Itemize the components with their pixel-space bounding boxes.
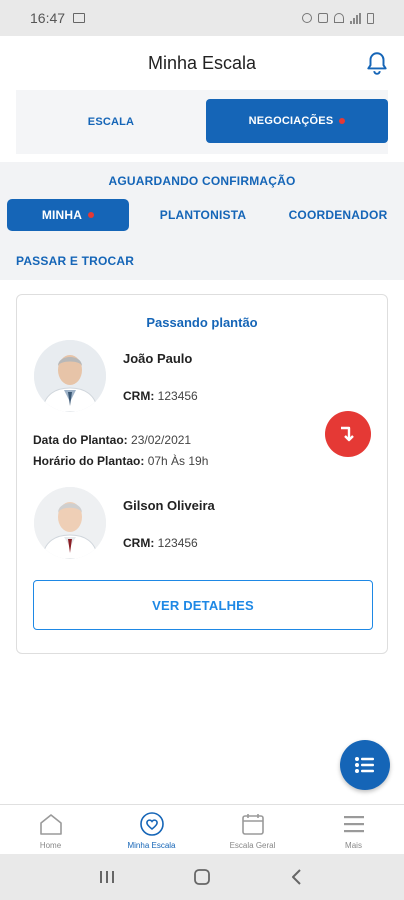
battery-icon xyxy=(367,12,374,24)
menu-icon xyxy=(343,816,364,833)
heart-icon xyxy=(139,812,164,836)
section-aguardando[interactable]: AGUARDANDO CONFIRMAÇÃO xyxy=(0,174,404,188)
list-icon xyxy=(355,757,374,773)
doctor-from-name: João Paulo xyxy=(123,351,193,366)
recent-apps-icon[interactable] xyxy=(97,867,117,887)
shift-date-value: 23/02/2021 xyxy=(131,433,192,447)
app-header: Minha Escala xyxy=(0,36,404,90)
home-icon xyxy=(39,814,62,835)
crm-label: CRM: xyxy=(123,536,155,550)
doctor-photo-icon xyxy=(34,487,106,559)
shift-date-label: Data do Plantao: xyxy=(33,433,128,447)
wifi-icon xyxy=(334,13,344,23)
shift-swap-card: Passando plantão João Paulo CRM: 123456 … xyxy=(16,294,388,654)
tab-escala-label: ESCALA xyxy=(87,116,135,128)
subtab-minha-label: MINHA xyxy=(41,208,83,222)
tab-negociacoes-label: NEGOCIAÇÕES xyxy=(248,115,334,127)
tab-negociacoes[interactable]: NEGOCIAÇÕES xyxy=(206,99,388,143)
nav-minha-escala[interactable]: Minha Escala xyxy=(101,805,202,854)
nav-mais[interactable]: Mais xyxy=(303,805,404,854)
crm-label: CRM: xyxy=(123,389,155,403)
gallery-icon xyxy=(73,13,86,23)
section-passar-trocar[interactable]: PASSAR E TROCAR xyxy=(16,254,134,268)
crm-value: 123456 xyxy=(157,536,198,550)
redirect-arrow-icon xyxy=(341,426,354,442)
nav-mais-label: Mais xyxy=(345,841,362,850)
status-time: 16:47 xyxy=(30,10,66,26)
doctor-photo-icon xyxy=(34,340,106,412)
bottom-nav: Home Minha Escala Escala Geral Mais xyxy=(0,804,404,854)
doctor-from-crm: CRM: 123456 xyxy=(123,389,198,403)
details-button[interactable]: VER DETALHES xyxy=(33,580,373,630)
status-icons xyxy=(302,12,374,24)
card-title: Passando plantão xyxy=(146,315,258,330)
subtab-panel: AGUARDANDO CONFIRMAÇÃO MINHA PLANTONISTA… xyxy=(0,162,404,280)
calendar-icon xyxy=(241,814,264,835)
back-icon[interactable] xyxy=(287,867,307,887)
subtab-plantonista[interactable]: PLANTONISTA xyxy=(148,199,258,231)
bell-icon[interactable] xyxy=(364,50,390,76)
crm-value: 123456 xyxy=(157,389,198,403)
avatar xyxy=(34,340,106,412)
alarm-icon xyxy=(302,13,312,23)
status-bar: 16:47 xyxy=(0,0,404,36)
nav-home[interactable]: Home xyxy=(0,805,101,854)
notification-dot xyxy=(339,118,346,124)
nav-escala-geral[interactable]: Escala Geral xyxy=(202,805,303,854)
shift-date: Data do Plantao: 23/02/2021 xyxy=(33,433,191,447)
subtab-minha[interactable]: MINHA xyxy=(7,199,129,231)
doctor-to-crm: CRM: 123456 xyxy=(123,536,198,550)
tab-escala[interactable]: ESCALA xyxy=(16,100,206,144)
page-title: Minha Escala xyxy=(147,52,257,73)
shift-time-value: 07h Às 19h xyxy=(147,454,209,468)
segment-control: ESCALA NEGOCIAÇÕES xyxy=(16,90,388,154)
mute-icon xyxy=(318,13,328,23)
notification-dot xyxy=(88,212,95,218)
home-system-icon[interactable] xyxy=(192,867,212,887)
shift-time-label: Horário do Plantao: xyxy=(33,454,145,468)
swap-button[interactable] xyxy=(325,411,371,457)
nav-escala-geral-label: Escala Geral xyxy=(229,841,276,850)
shift-time: Horário do Plantao: 07h Às 19h xyxy=(33,454,208,468)
signal-icon xyxy=(350,12,361,24)
system-nav-bar xyxy=(0,854,404,900)
nav-minha-escala-label: Minha Escala xyxy=(127,841,176,850)
subtab-coordenador[interactable]: COORDENADOR xyxy=(282,199,394,231)
doctor-to-name: Gilson Oliveira xyxy=(123,498,215,513)
list-fab-button[interactable] xyxy=(340,740,390,790)
avatar xyxy=(34,487,106,559)
nav-home-label: Home xyxy=(39,841,62,850)
